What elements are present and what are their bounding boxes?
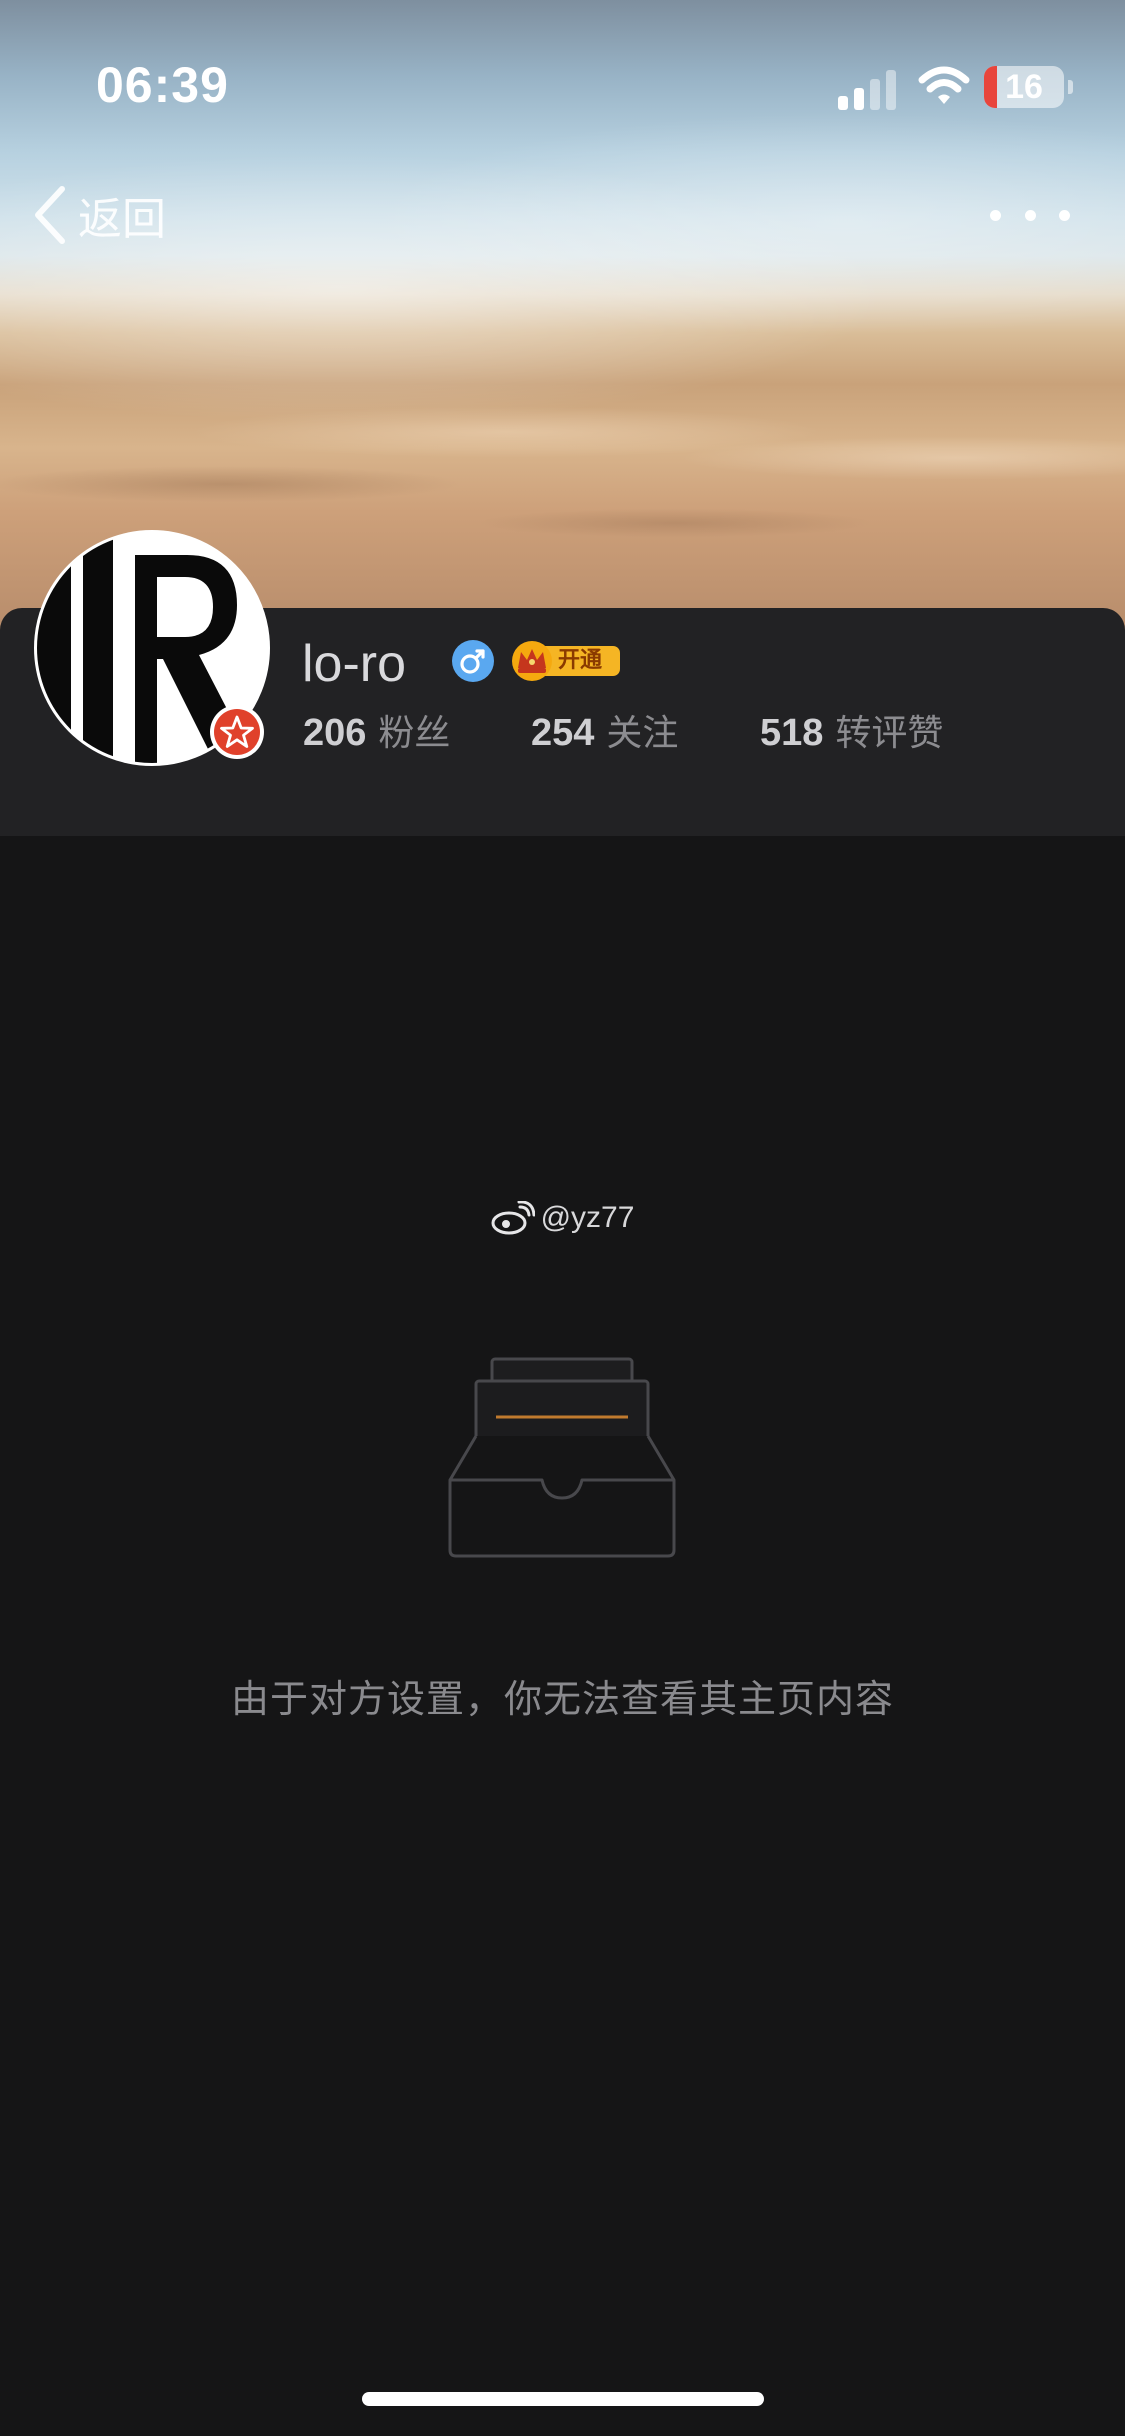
more-options-button[interactable] [990, 190, 1070, 240]
stat-label: 粉丝 [378, 713, 451, 754]
inbox-document-icon [448, 1357, 676, 1558]
more-dots-icon [990, 209, 1001, 221]
battery-cap [1068, 80, 1073, 94]
stat-likes[interactable]: 518 转评赞 [760, 708, 943, 758]
weibo-logo-icon [491, 1201, 535, 1235]
home-indicator[interactable] [362, 2392, 764, 2406]
verified-badge-icon [210, 705, 264, 759]
stat-value: 254 [531, 712, 595, 754]
stat-label: 关注 [606, 713, 679, 754]
vip-open-badge[interactable]: 开通 [510, 640, 622, 682]
back-label: 返回 [78, 194, 166, 245]
chevron-left-icon [35, 186, 65, 244]
stat-fans[interactable]: 206 粉丝 [303, 708, 450, 758]
status-bar: 06:39 16 [0, 0, 1125, 140]
male-icon [452, 640, 494, 682]
more-dots-icon [1059, 209, 1070, 221]
back-button[interactable]: 返回 [30, 180, 166, 250]
username: lo-ro [302, 635, 407, 693]
stat-following[interactable]: 254 关注 [531, 708, 678, 758]
watermark: @yz77 [0, 1196, 1125, 1240]
wifi-icon [918, 66, 970, 104]
battery-indicator: 16 [984, 66, 1064, 108]
cellular-signal-icon [838, 70, 896, 110]
watermark-text: @yz77 [540, 1201, 635, 1234]
more-dots-icon [1024, 209, 1036, 221]
battery-percentage: 16 [1005, 68, 1043, 106]
stat-value: 518 [760, 712, 824, 754]
empty-state-message: 由于对方设置，你无法查看其主页内容 [230, 1677, 894, 1721]
status-time: 06:39 [96, 57, 229, 113]
stat-value: 206 [303, 712, 367, 754]
vip-label: 开通 [558, 648, 603, 673]
profile-screen: 06:39 16 返回 lo-ro 开通 206 粉丝 254 关注 518 转… [0, 0, 1125, 2436]
stat-label: 转评赞 [835, 713, 944, 754]
